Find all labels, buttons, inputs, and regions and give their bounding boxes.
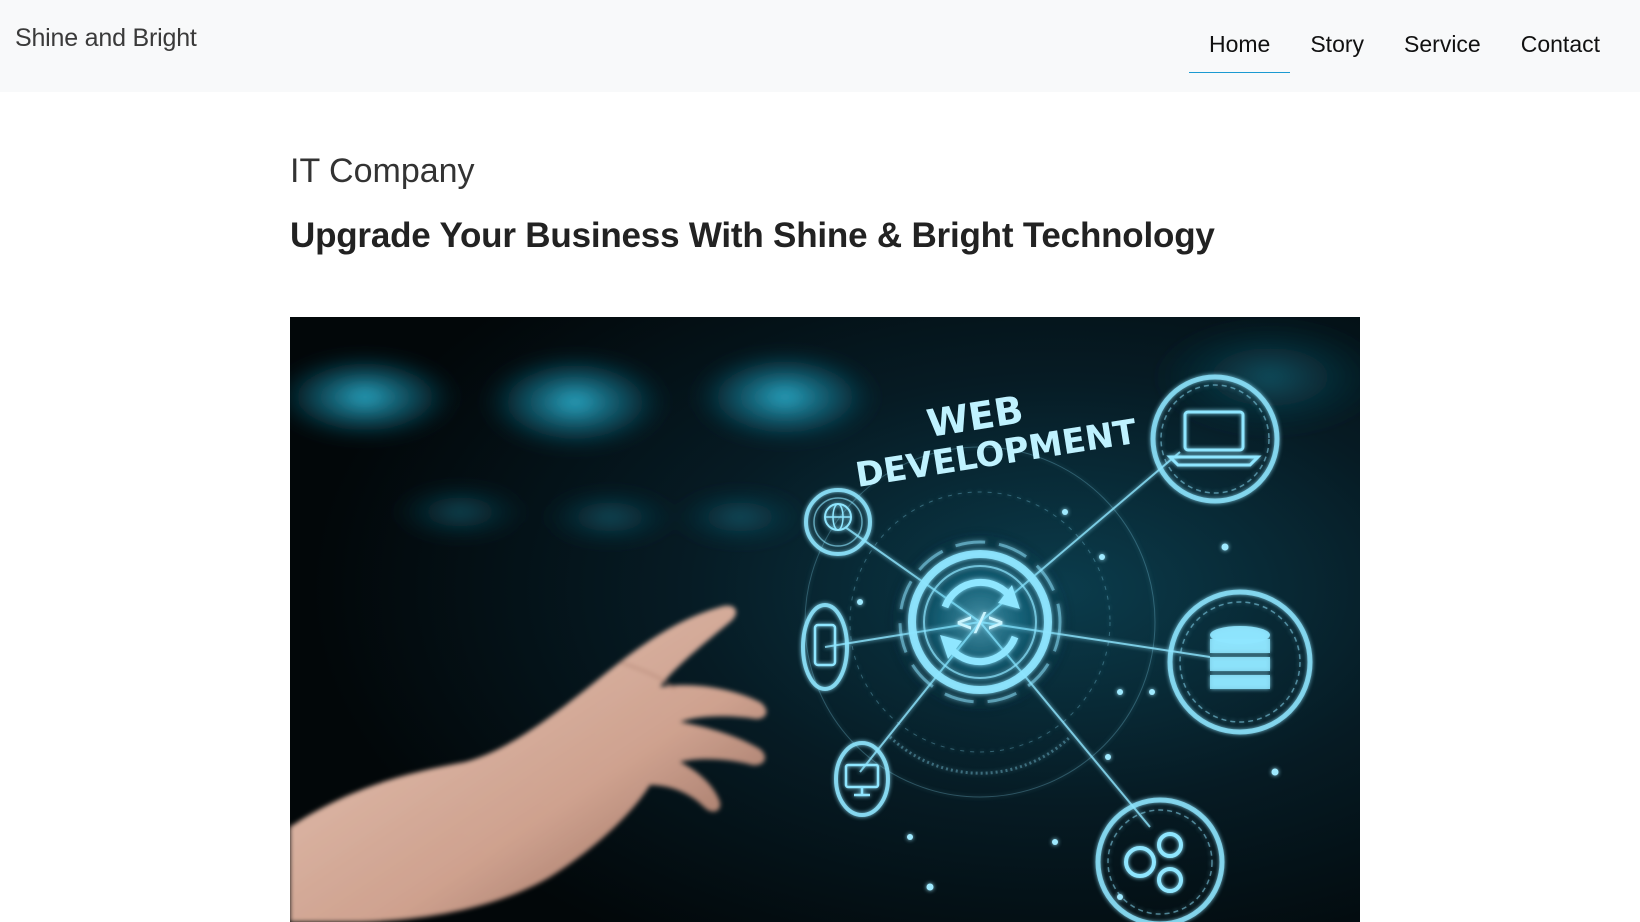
brand-logo[interactable]: Shine and Bright bbox=[15, 24, 197, 53]
nav-menu: Home Story Service Contact bbox=[1188, 0, 1620, 92]
hero-image: </> WEB DEVELOPMENT bbox=[290, 317, 1360, 922]
code-glyph: </> bbox=[957, 608, 1004, 638]
nav-link-contact[interactable]: Contact bbox=[1501, 0, 1620, 73]
nav-link-service[interactable]: Service bbox=[1384, 0, 1501, 73]
page-headline: Upgrade Your Business With Shine & Brigh… bbox=[290, 216, 1215, 255]
page-subtitle: IT Company bbox=[290, 152, 475, 190]
nav-link-home[interactable]: Home bbox=[1188, 0, 1291, 73]
navbar: Shine and Bright Home Story Service Cont… bbox=[0, 0, 1640, 92]
nav-link-story[interactable]: Story bbox=[1290, 0, 1384, 73]
